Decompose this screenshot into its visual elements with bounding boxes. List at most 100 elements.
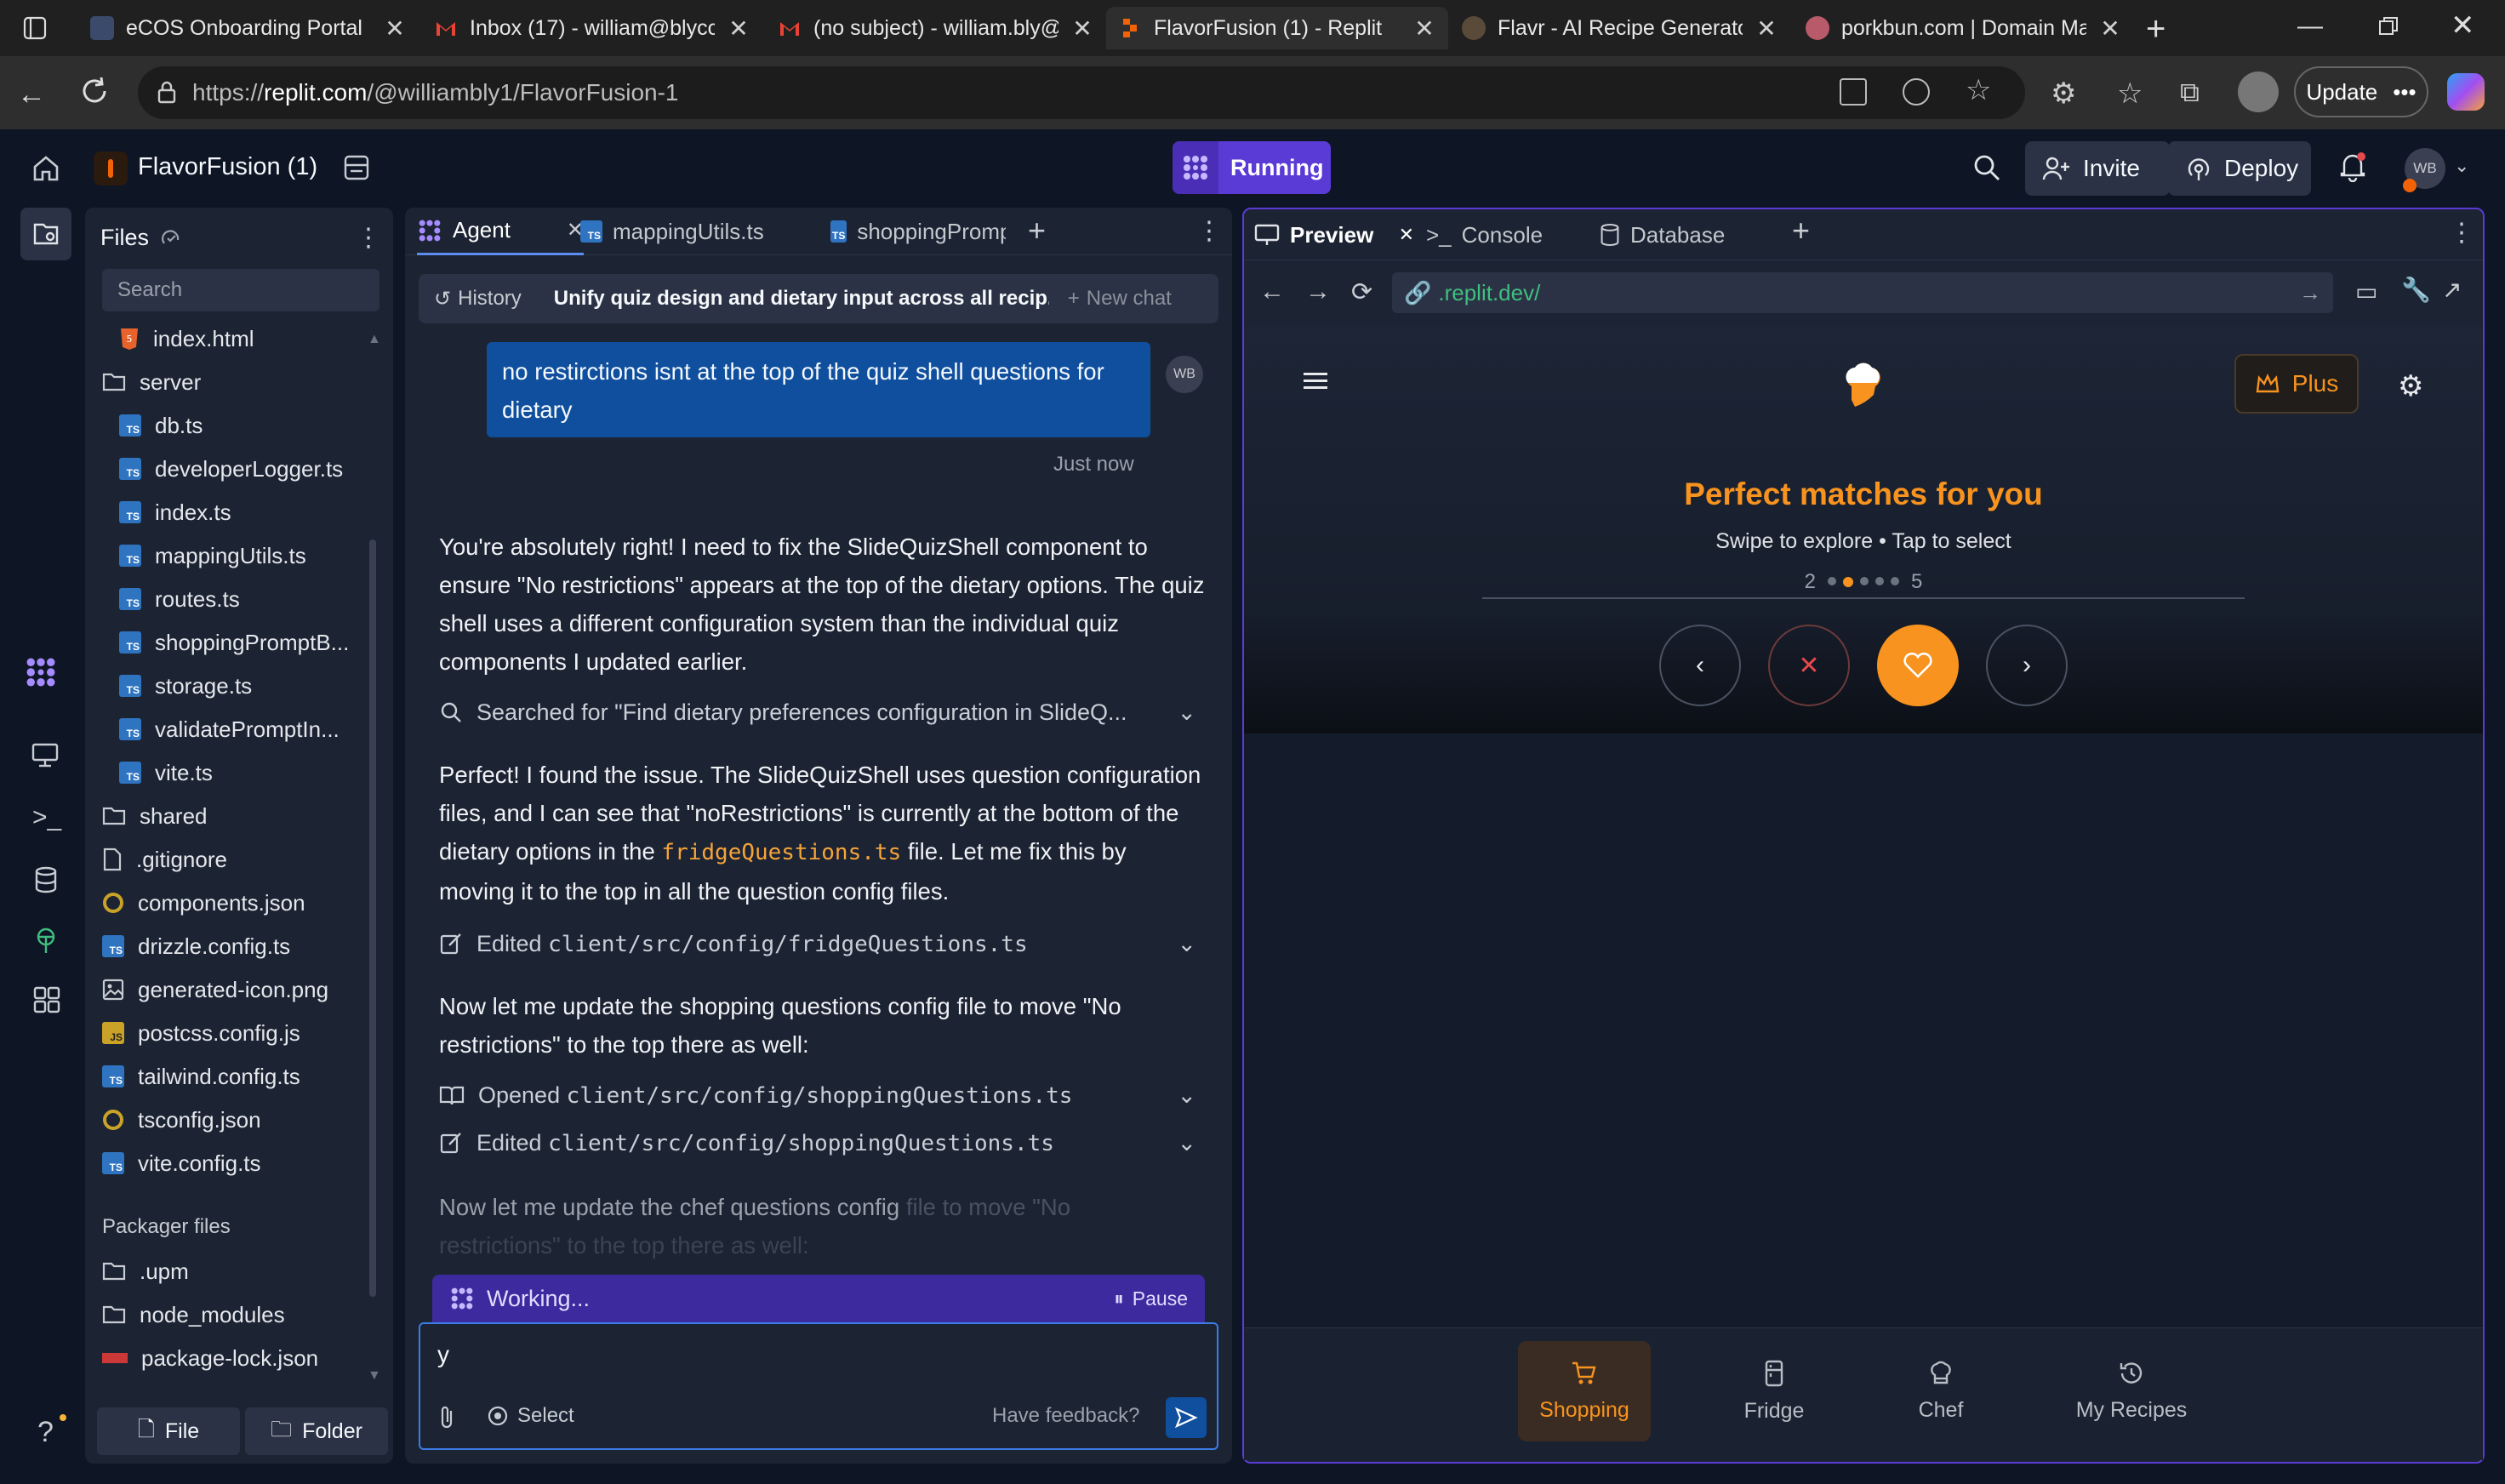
- nav-chef[interactable]: Chef: [1877, 1341, 2005, 1441]
- restore-icon[interactable]: [2377, 15, 2399, 37]
- reject-button[interactable]: ✕: [1768, 625, 1850, 706]
- tab-shopping-prompt-blocks[interactable]: TS shoppingPromptBlocks.t: [830, 208, 1006, 255]
- deployments-tool-icon[interactable]: [32, 926, 60, 955]
- collections-icon[interactable]: ⧉: [2180, 77, 2200, 109]
- tool-edit-row-2[interactable]: Edited client/src/config/shoppingQuestio…: [439, 1122, 1196, 1164]
- copilot-icon[interactable]: [2447, 73, 2485, 111]
- preview-url-bar[interactable]: 🔗 .replit.dev/ →: [1392, 272, 2333, 313]
- file-item[interactable]: TS routes.ts: [119, 579, 240, 619]
- console-tool-icon[interactable]: >_: [32, 803, 61, 832]
- invite-button[interactable]: Invite: [2025, 141, 2170, 196]
- browser-tab-inbox[interactable]: Inbox (17) - william@blycc ✕: [422, 7, 762, 49]
- new-tab-plus-icon[interactable]: +: [1028, 213, 1046, 248]
- browser-tab-porkbun[interactable]: porkbun.com | Domain Ma ✕: [1794, 7, 2134, 49]
- select-element-button[interactable]: Select: [487, 1404, 574, 1428]
- file-item[interactable]: TS storage.ts: [119, 665, 252, 706]
- pause-button[interactable]: ⏸ Pause: [1114, 1287, 1188, 1310]
- file-item[interactable]: TS drizzle.config.ts: [102, 926, 290, 967]
- file-item[interactable]: components.json: [102, 882, 305, 923]
- tab-actions-icon[interactable]: [22, 15, 48, 41]
- history-button[interactable]: ↺ History: [419, 287, 522, 311]
- back-icon[interactable]: ←: [17, 78, 46, 111]
- file-item[interactable]: package-lock.json: [102, 1338, 318, 1373]
- home-icon[interactable]: [31, 153, 61, 184]
- settings-gear-icon[interactable]: ⚙: [2398, 369, 2423, 403]
- update-button[interactable]: Update •••: [2294, 66, 2428, 117]
- like-button[interactable]: [1877, 625, 1959, 706]
- extensions-icon[interactable]: ⚙: [2051, 77, 2076, 111]
- chevron-down-icon[interactable]: ⌄: [1177, 931, 1196, 957]
- preview-menu-icon[interactable]: ⋮: [2449, 218, 2474, 248]
- apps-icon[interactable]: [1840, 78, 1867, 106]
- send-button[interactable]: [1166, 1397, 1207, 1438]
- browser-tab-ecos[interactable]: eCOS Onboarding Portal ✕: [78, 7, 419, 49]
- page-dot-active[interactable]: [1843, 577, 1853, 587]
- tab-agent[interactable]: Agent ✕: [417, 208, 584, 255]
- files-menu-icon[interactable]: ⋮: [356, 223, 381, 253]
- database-tool-icon[interactable]: [34, 866, 58, 893]
- file-item[interactable]: tsconfig.json: [102, 1099, 261, 1140]
- minimize-icon[interactable]: —: [2297, 12, 2323, 41]
- next-button[interactable]: ›: [1986, 625, 2068, 706]
- preview-back-icon[interactable]: ←: [1259, 277, 1285, 306]
- all-tools-icon[interactable]: [32, 985, 61, 1014]
- help-icon[interactable]: ?: [37, 1416, 54, 1449]
- run-status-button[interactable]: Running: [1173, 141, 1331, 194]
- close-icon[interactable]: ✕: [1399, 224, 1414, 246]
- go-arrow-icon[interactable]: →: [2299, 280, 2333, 306]
- scroll-up-icon[interactable]: ▲: [368, 332, 381, 347]
- device-icon[interactable]: ▭: [2355, 277, 2377, 305]
- favorites-icon[interactable]: ☆: [2117, 77, 2143, 111]
- previous-button[interactable]: ‹: [1659, 625, 1741, 706]
- close-icon[interactable]: ✕: [727, 14, 750, 43]
- profile-avatar[interactable]: [2238, 71, 2279, 112]
- tool-open-row[interactable]: Opened client/src/config/shoppingQuestio…: [439, 1074, 1196, 1116]
- close-icon[interactable]: ✕: [1755, 14, 1778, 43]
- nav-shopping[interactable]: Shopping: [1518, 1341, 1651, 1441]
- file-item[interactable]: 5 index.html: [119, 318, 254, 359]
- search-icon[interactable]: [1972, 153, 2001, 182]
- project-name[interactable]: FlavorFusion (1): [138, 153, 317, 181]
- files-tool-icon[interactable]: [20, 208, 71, 260]
- page-dot[interactable]: [1875, 577, 1884, 585]
- close-icon[interactable]: ✕: [2098, 14, 2122, 43]
- file-item[interactable]: TS db.ts: [119, 405, 203, 446]
- close-icon[interactable]: ✕: [1070, 14, 1094, 43]
- file-item[interactable]: TS developerLogger.ts: [119, 448, 343, 489]
- file-item[interactable]: TS tailwind.config.ts: [102, 1056, 300, 1097]
- chat-input[interactable]: y: [437, 1341, 449, 1368]
- browser-tab-flavr[interactable]: Flavr - AI Recipe Generator ✕: [1450, 7, 1790, 49]
- new-folder-button[interactable]: 🗀 Folder: [245, 1407, 388, 1455]
- thread-title[interactable]: Unify quiz design and dietary input acro…: [522, 287, 1049, 311]
- page-dot[interactable]: [1828, 577, 1836, 585]
- nav-fridge[interactable]: Fridge: [1710, 1341, 1838, 1441]
- address-bar[interactable]: https://replit.com/@williambly1/FlavorFu…: [138, 66, 2025, 119]
- tab-mapping-utils[interactable]: TS mappingUtils.ts: [580, 208, 764, 255]
- project-details-icon[interactable]: [342, 153, 371, 182]
- file-item[interactable]: generated-icon.png: [102, 969, 328, 1010]
- file-item[interactable]: TS vite.ts: [119, 752, 213, 793]
- browser-tab-no-subject[interactable]: (no subject) - william.bly@ ✕: [766, 7, 1106, 49]
- new-tab-plus-icon[interactable]: +: [1792, 213, 1810, 248]
- tool-search-row[interactable]: Searched for "Find dietary preferences c…: [439, 691, 1196, 733]
- preview-reload-icon[interactable]: ⟳: [1351, 277, 1372, 307]
- feedback-link[interactable]: Have feedback?: [992, 1404, 1139, 1428]
- devtools-wrench-icon[interactable]: 🔧: [2401, 276, 2431, 304]
- nav-my-recipes[interactable]: My Recipes: [2059, 1341, 2204, 1441]
- new-file-button[interactable]: 🗋 File: [97, 1407, 240, 1455]
- page-dot[interactable]: [1891, 577, 1899, 585]
- file-item[interactable]: TS mappingUtils.ts: [119, 535, 306, 576]
- deploy-button[interactable]: Deploy: [2168, 141, 2311, 196]
- notifications-bell-icon[interactable]: [2338, 151, 2367, 182]
- hamburger-menu-icon[interactable]: [1304, 371, 1329, 391]
- chevron-down-icon[interactable]: ⌄: [2454, 155, 2469, 177]
- file-item[interactable]: TS index.ts: [119, 492, 231, 533]
- open-external-icon[interactable]: ↗: [2442, 276, 2462, 304]
- close-icon[interactable]: ✕: [1412, 14, 1436, 43]
- files-scrollbar[interactable]: [369, 539, 376, 1297]
- reload-icon[interactable]: [78, 75, 111, 107]
- folder-item[interactable]: server: [102, 362, 201, 402]
- file-item[interactable]: .gitignore: [102, 839, 227, 880]
- tab-preview[interactable]: Preview ✕: [1254, 211, 1414, 259]
- close-icon[interactable]: ✕: [383, 14, 407, 43]
